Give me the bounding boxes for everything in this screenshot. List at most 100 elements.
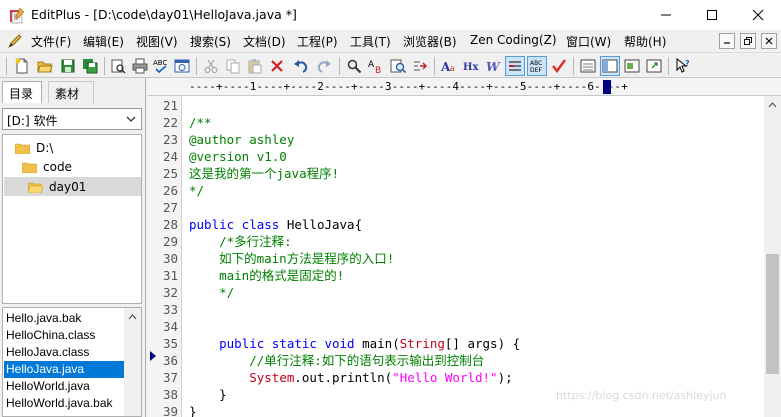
svg-text:a: a	[450, 64, 455, 73]
undo-button[interactable]	[291, 56, 311, 76]
delete-button[interactable]	[267, 56, 287, 76]
print-preview-button[interactable]	[108, 56, 128, 76]
spell-check-icon: ABC	[153, 59, 167, 74]
menu-project[interactable]: 工程(P)	[297, 33, 338, 50]
replace-icon: AB	[368, 60, 381, 74]
code-line: //单行注释:如下的语句表示输出到控制台	[189, 353, 485, 368]
copy-icon	[226, 59, 240, 74]
line-number-toggle-button[interactable]	[505, 56, 525, 76]
word-wrap-button[interactable]: W	[483, 56, 503, 76]
save-all-icon	[83, 59, 98, 74]
editor-vertical-scrollbar[interactable]	[764, 96, 781, 417]
full-screen-button[interactable]	[644, 56, 664, 76]
drive-select[interactable]: [D:] 软件	[2, 108, 142, 130]
browser-view-button[interactable]	[172, 56, 192, 76]
save-button[interactable]	[58, 56, 78, 76]
line-number: 27	[162, 200, 178, 215]
svg-text:?: ?	[685, 59, 690, 68]
spell-check-button[interactable]: ABC	[151, 56, 171, 76]
maximize-button[interactable]	[689, 0, 735, 30]
print-button[interactable]	[130, 56, 150, 76]
tree-item-code[interactable]: code	[22, 157, 72, 176]
file-item[interactable]: Hello.java.bak	[4, 310, 124, 327]
mdi-close-button[interactable]	[761, 33, 777, 49]
find-in-files-icon	[390, 59, 406, 74]
code-line: }	[189, 387, 227, 402]
goto-line-button[interactable]	[410, 56, 430, 76]
drive-select-value: [D:] 软件	[7, 114, 58, 128]
word-wrap-icon: W	[486, 60, 501, 74]
menu-tools[interactable]: 工具(T)	[350, 33, 391, 50]
tree-item-drive[interactable]: D:\	[15, 138, 53, 157]
code-line: public class HelloJava{	[189, 216, 362, 233]
new-file-button[interactable]	[12, 56, 32, 76]
menu-help[interactable]: 帮助(H)	[624, 33, 666, 50]
code-line: 如下的main方法是程序的入口!	[189, 251, 395, 266]
check-button[interactable]	[549, 56, 569, 76]
help-pointer-icon: ?	[676, 58, 690, 73]
menu-file[interactable]: 文件(F)	[31, 33, 71, 50]
find-in-files-button[interactable]	[388, 56, 408, 76]
line-number: 32	[162, 285, 178, 300]
file-item[interactable]: HelloWorld.java	[4, 378, 124, 395]
title-bar: EditPlus - [D:\code\day01\HelloJava.java…	[0, 0, 781, 30]
html-toolbar-button[interactable]: Hx	[461, 56, 481, 76]
toolbar-separator	[104, 57, 105, 75]
menu-document[interactable]: 文档(D)	[243, 33, 286, 50]
find-button[interactable]	[344, 56, 364, 76]
ruler-icon: ABCDEF	[530, 60, 542, 74]
toolbar-separator	[434, 57, 435, 75]
ruler-toggle-button[interactable]: ABC DEF	[527, 56, 547, 76]
menu-edit[interactable]: 编辑(E)	[83, 33, 124, 50]
code-line: public static void main(String[] args) {	[189, 335, 520, 352]
tab-directory[interactable]: 目录	[2, 81, 42, 103]
svg-text:W: W	[486, 60, 501, 74]
close-button[interactable]	[735, 0, 781, 30]
line-number: 29	[162, 234, 178, 249]
minimize-button[interactable]	[643, 0, 689, 30]
line-number: 33	[162, 302, 178, 317]
line-number: 21	[162, 98, 178, 113]
close-icon	[752, 9, 764, 21]
line-number: 31	[162, 268, 178, 283]
toolbar-separator	[339, 57, 340, 75]
menu-zen-coding[interactable]: Zen Coding(Z)	[470, 33, 557, 47]
code-text: );	[497, 370, 513, 385]
copy-button[interactable]	[223, 56, 243, 76]
menu-view[interactable]: 视图(V)	[136, 33, 178, 50]
paste-button[interactable]	[245, 56, 265, 76]
file-item[interactable]: HelloWorld.java.bak	[4, 395, 124, 412]
new-file-icon	[15, 58, 28, 74]
line-number: 24	[162, 149, 178, 164]
output-window-button[interactable]	[578, 56, 598, 76]
toolbar-separator	[668, 57, 669, 75]
cliptext-window-button[interactable]	[622, 56, 642, 76]
file-item-selected[interactable]: HelloJava.java	[4, 361, 124, 378]
menu-browser[interactable]: 浏览器(B)	[403, 33, 457, 50]
context-help-button[interactable]: ?	[673, 56, 693, 76]
redo-button[interactable]	[314, 56, 334, 76]
mdi-minimize-button[interactable]	[719, 33, 735, 49]
menu-search[interactable]: 搜索(S)	[190, 33, 231, 50]
directory-window-button[interactable]	[600, 56, 620, 76]
font-button[interactable]: Aa	[439, 56, 459, 76]
tree-item-day01[interactable]: day01	[4, 177, 141, 196]
open-file-button[interactable]	[35, 56, 55, 76]
chevron-down-icon	[126, 116, 136, 122]
font-icon: Aa	[441, 60, 455, 74]
mdi-restore-button[interactable]	[740, 33, 756, 49]
scrollbar-thumb[interactable]	[766, 254, 779, 374]
watermark: https://blog.csdn.net/ashleyjun	[556, 389, 727, 402]
tab-cliptext[interactable]: 素材	[48, 81, 94, 103]
code-line: @version v1.0	[189, 149, 287, 164]
code-editor[interactable]: ----+----1----+----2----+----3----+----4…	[148, 78, 781, 417]
file-item[interactable]: HelloChina.class	[4, 327, 124, 344]
cut-button[interactable]	[201, 56, 221, 76]
file-item[interactable]: HelloJava.class	[4, 344, 124, 361]
file-list-scrollbar[interactable]	[124, 308, 141, 416]
line-number: 28	[162, 217, 178, 232]
replace-button[interactable]: AB	[366, 56, 386, 76]
menu-window[interactable]: 窗口(W)	[566, 33, 611, 50]
save-all-button[interactable]	[80, 56, 100, 76]
